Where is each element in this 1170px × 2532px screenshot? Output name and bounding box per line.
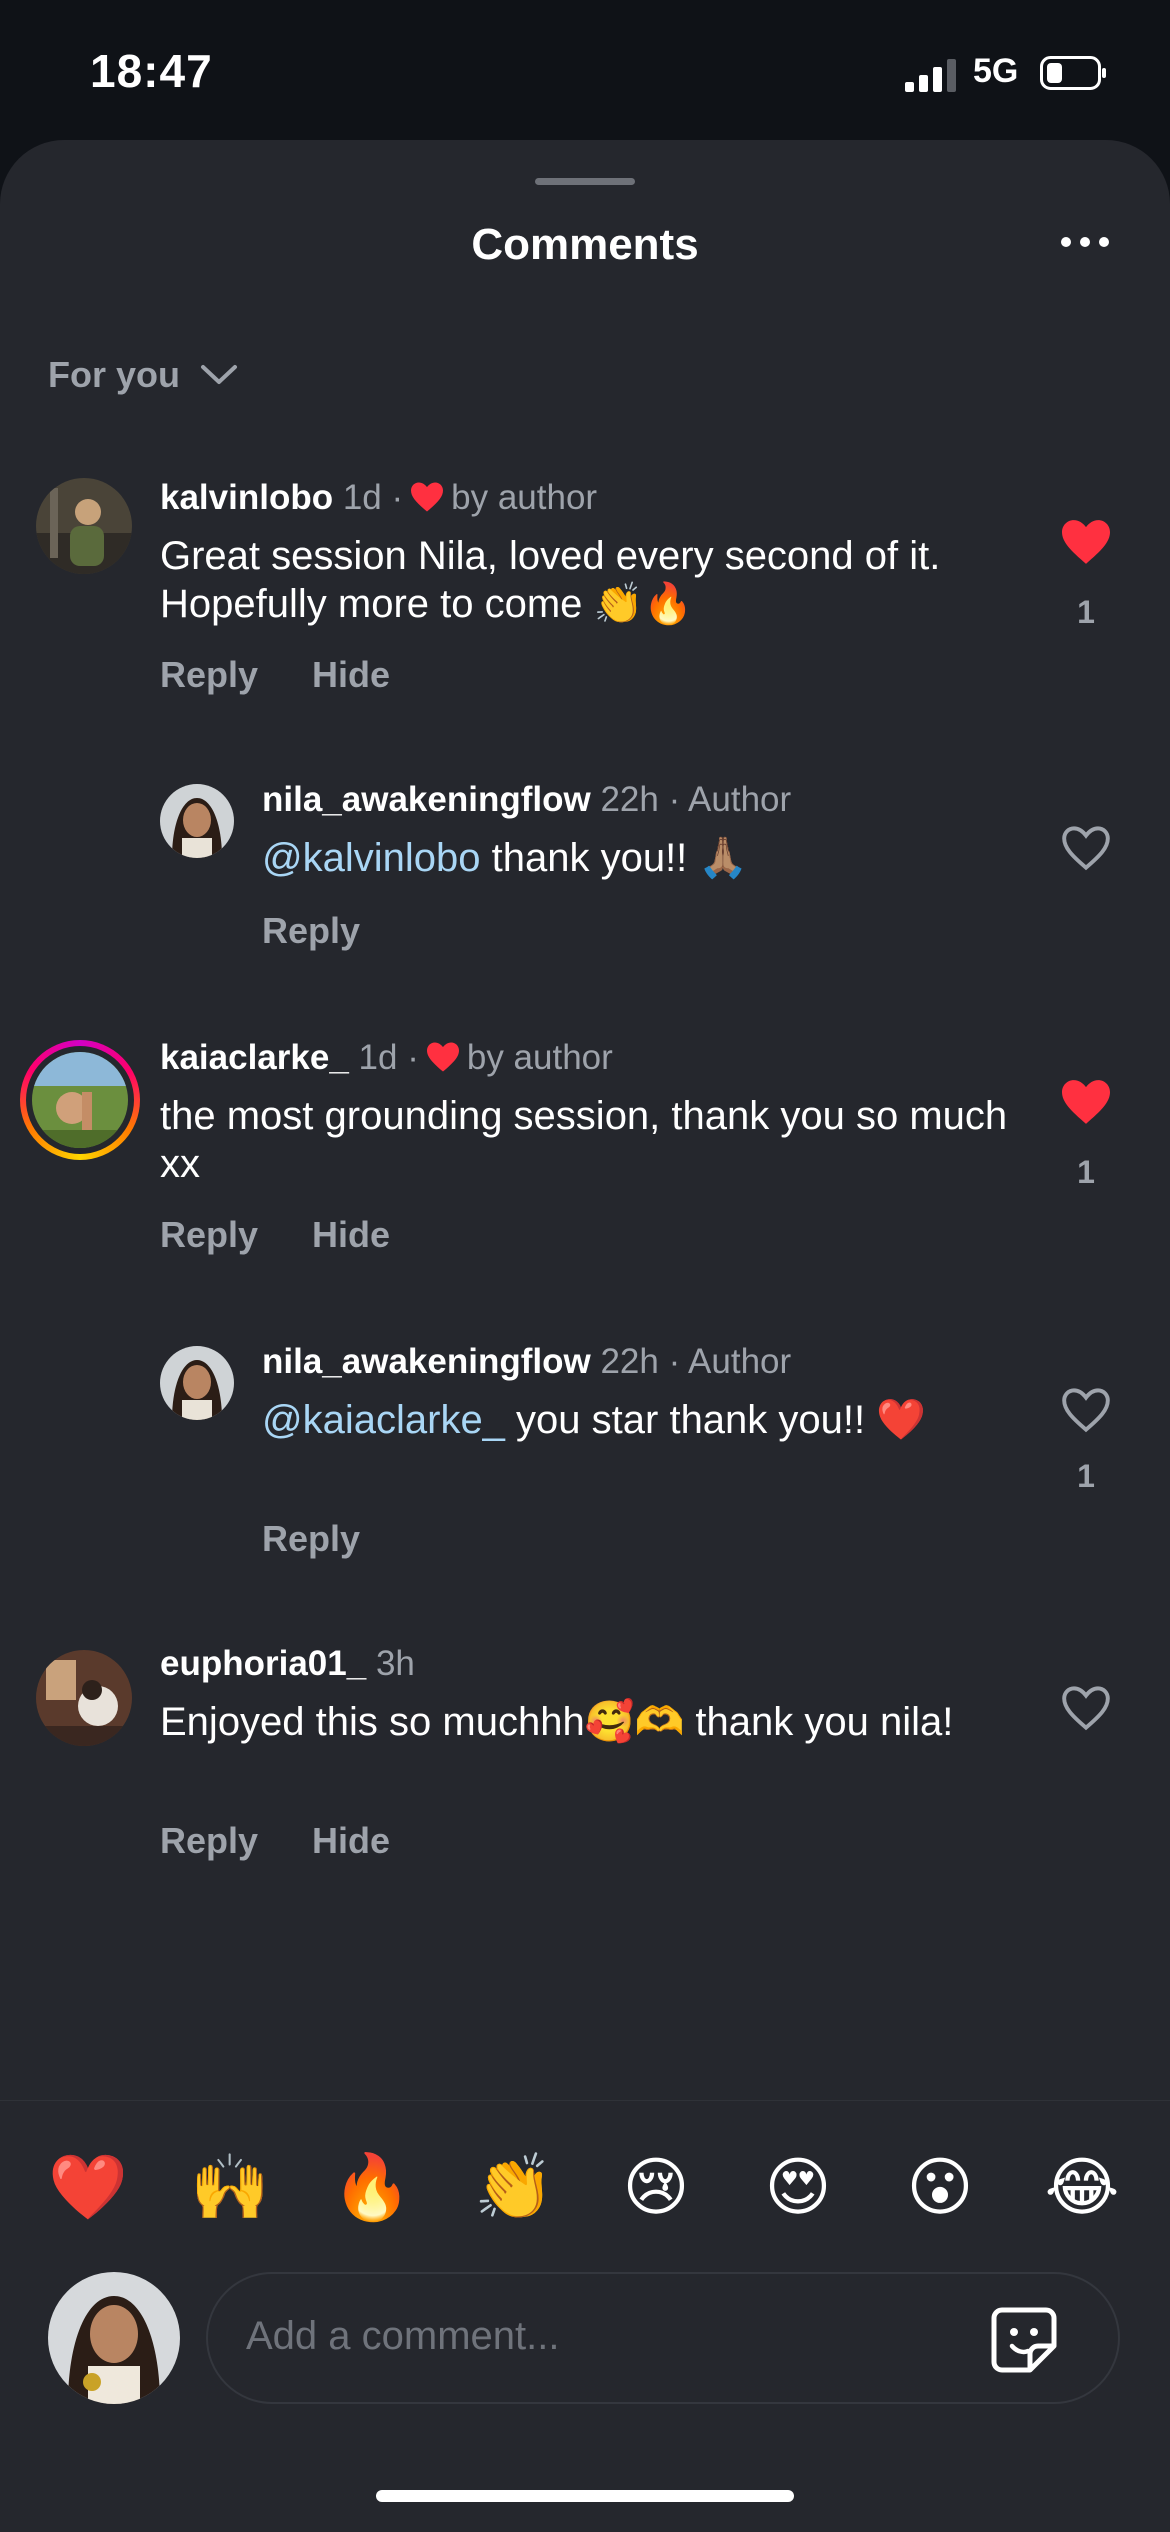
reply-button[interactable]: Reply [160, 1214, 258, 1256]
comment-age: 1d [342, 478, 382, 517]
liked-by-author-badge: by author [451, 478, 598, 517]
chevron-down-icon [201, 365, 237, 384]
heart-outline-icon [1062, 1388, 1110, 1433]
avatar-story-ring[interactable] [20, 1040, 140, 1160]
separator-dot: · [668, 1342, 681, 1381]
comment-actions: Reply Hide [160, 1820, 390, 1862]
like-button[interactable] [1059, 1386, 1113, 1434]
avatar[interactable] [36, 1650, 132, 1746]
sheet-grabber[interactable] [535, 178, 635, 185]
avatar[interactable] [36, 478, 132, 574]
composer-divider [0, 2100, 1170, 2101]
reaction-crying[interactable]: 😢 [616, 2148, 696, 2228]
network-label: 5G [973, 52, 1019, 90]
like-button[interactable] [1059, 1684, 1113, 1732]
like-button[interactable] [1059, 518, 1113, 566]
avatar[interactable] [160, 1346, 234, 1420]
like-count: 1 [1077, 594, 1095, 630]
heart-icon [411, 482, 444, 512]
reply-button[interactable]: Reply [160, 1820, 258, 1862]
heart-filled-icon [1062, 520, 1110, 564]
separator-dot: · [407, 1038, 419, 1077]
comment-input-placeholder: Add a comment... [246, 2314, 560, 2358]
heart-outline-icon [1062, 1686, 1110, 1731]
comment-username[interactable]: euphoria01_ [160, 1644, 366, 1683]
comment-username[interactable]: kaiaclarke_ [160, 1038, 349, 1077]
liked-by-author-badge: by author [466, 1038, 613, 1077]
hide-button[interactable]: Hide [312, 1214, 390, 1256]
comment-meta: kalvinlobo 1d · by author [160, 478, 597, 518]
filter-label: For you [48, 354, 180, 395]
comment-text: @kaiaclarke_ you star thank you!! ❤️ [262, 1396, 982, 1444]
reaction-clap[interactable]: 👏 [474, 2148, 554, 2228]
comment-meta: kaiaclarke_ 1d · by author [160, 1038, 613, 1078]
comment-meta: nila_awakeningflow 22h · Author [262, 780, 791, 820]
heart-outline-icon [1062, 826, 1110, 871]
reply-button[interactable]: Reply [262, 910, 360, 952]
comment-body: you star thank you!! ❤️ [504, 1398, 927, 1442]
more-options-icon[interactable] [1060, 236, 1110, 248]
reply-button[interactable]: Reply [262, 1518, 360, 1560]
comment-text: the most grounding session, thank you so… [160, 1094, 1008, 1186]
reaction-surprised[interactable]: 😮 [900, 2148, 980, 2228]
battery-icon [1040, 56, 1106, 90]
comment-text: Enjoyed this so muchhh🥰🫶 thank you nila! [160, 1700, 954, 1744]
mention-link[interactable]: @kaiaclarke_ [262, 1398, 505, 1442]
hide-button[interactable]: Hide [312, 654, 390, 696]
comment-age: 3h [375, 1644, 415, 1683]
like-count: 1 [1077, 1458, 1095, 1494]
reply-button[interactable]: Reply [160, 654, 258, 696]
comment-age: 22h [600, 1342, 659, 1381]
reaction-heart[interactable]: ❤️ [48, 2148, 128, 2228]
hide-button[interactable]: Hide [312, 1820, 390, 1862]
comment-input[interactable]: Add a comment... [206, 2272, 1120, 2404]
mention-link[interactable]: @kalvinlobo [262, 836, 481, 880]
comment-actions: Reply [262, 1518, 360, 1560]
comment-actions: Reply Hide [160, 1214, 390, 1256]
heart-filled-icon [1062, 1080, 1110, 1124]
sort-filter-dropdown[interactable]: For you [48, 354, 238, 396]
comment-actions: Reply Hide [160, 654, 390, 696]
comment-age: 22h [600, 780, 659, 819]
comment-age: 1d [358, 1038, 398, 1077]
comment-text: @kalvinlobo thank you!! 🙏🏽 [262, 834, 1022, 882]
sticker-icon[interactable] [988, 2304, 1060, 2376]
comment-actions: Reply [262, 910, 360, 952]
status-bar: 18:47 5G [0, 0, 1170, 140]
home-indicator[interactable] [376, 2490, 794, 2502]
comment-body: thank you!! 🙏🏽 [480, 836, 749, 880]
reaction-heart-eyes[interactable]: 😍 [758, 2148, 838, 2228]
separator-dot: · [668, 780, 681, 819]
avatar[interactable] [160, 784, 234, 858]
like-count: 1 [1077, 1154, 1095, 1190]
comment-username[interactable]: nila_awakeningflow [262, 1342, 591, 1381]
avatar [32, 1052, 128, 1148]
comment-meta: nila_awakeningflow 22h · Author [262, 1342, 791, 1382]
like-button[interactable] [1059, 1078, 1113, 1126]
reaction-laughing[interactable]: 😂 [1042, 2148, 1122, 2228]
comment-meta: euphoria01_ 3h [160, 1644, 415, 1684]
heart-icon [426, 1042, 459, 1072]
quick-reactions-bar: ❤️ 🙌 🔥 👏 😢 😍 😮 😂 [0, 2148, 1170, 2228]
author-badge: Author [688, 1342, 792, 1381]
reaction-raised-hands[interactable]: 🙌 [190, 2148, 270, 2228]
signal-icon [905, 59, 956, 92]
separator-dot: · [391, 478, 404, 517]
status-time: 18:47 [90, 45, 213, 97]
comment-username[interactable]: kalvinlobo [160, 478, 333, 517]
reaction-fire[interactable]: 🔥 [332, 2148, 412, 2228]
current-user-avatar [48, 2272, 180, 2404]
author-badge: Author [688, 780, 792, 819]
sheet-title: Comments [471, 220, 699, 269]
like-button[interactable] [1059, 824, 1113, 872]
comment-text: Great session Nila, loved every second o… [160, 534, 941, 626]
comment-username[interactable]: nila_awakeningflow [262, 780, 591, 819]
